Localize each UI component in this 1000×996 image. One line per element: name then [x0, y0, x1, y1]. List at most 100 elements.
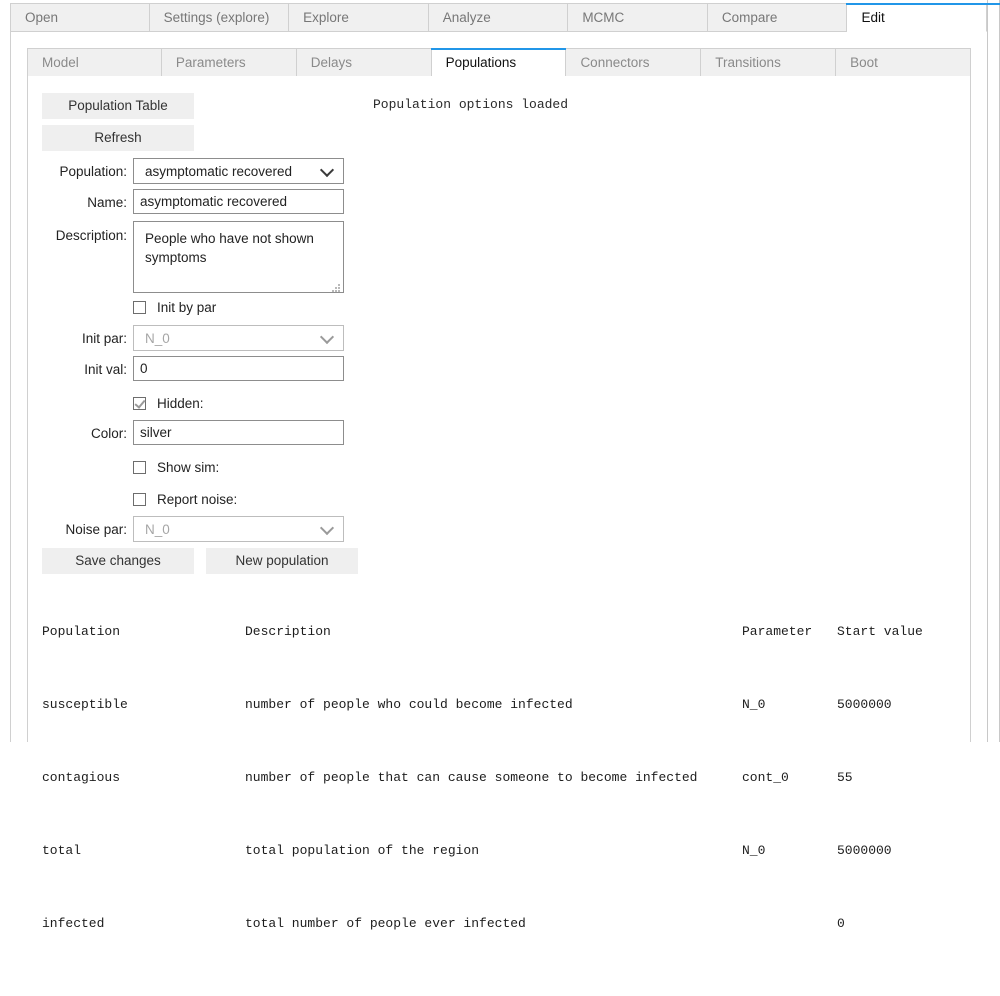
- population-table: Population Description Parameter Start v…: [42, 580, 960, 984]
- cell-parameter: N_0: [742, 843, 766, 858]
- table-double-rule: ========================================…: [42, 640, 960, 652]
- description-label: Description:: [55, 228, 127, 243]
- column-header-description: Description: [245, 624, 331, 639]
- tab-connectors-label: Connectors: [580, 55, 650, 70]
- name-label: Name:: [87, 195, 127, 210]
- cell-start-value: 55: [837, 770, 853, 785]
- color-input[interactable]: [133, 420, 344, 445]
- tab-settings-explore[interactable]: Settings (explore): [149, 3, 290, 32]
- hidden-checkbox[interactable]: [133, 396, 146, 410]
- report-noise-checkbox-row[interactable]: Report noise:: [133, 490, 237, 508]
- tab-parameters[interactable]: Parameters: [161, 48, 297, 77]
- application-window: Open Settings (explore) Explore Analyze …: [0, 0, 1000, 930]
- table-row[interactable]: total total population of the region N_0…: [42, 838, 960, 872]
- tab-settings-explore-label: Settings (explore): [163, 10, 270, 25]
- tab-model-label: Model: [42, 55, 79, 70]
- tab-edit-label: Edit: [861, 9, 885, 25]
- primary-tab-bar: Open Settings (explore) Explore Analyze …: [10, 3, 988, 32]
- cell-description: number of people who could become infect…: [245, 697, 573, 712]
- cell-start-value: 5000000: [837, 697, 892, 712]
- tab-boot-label: Boot: [850, 55, 878, 70]
- tab-open[interactable]: Open: [10, 3, 150, 32]
- population-select[interactable]: asymptomatic recovered: [133, 158, 344, 184]
- tab-delays[interactable]: Delays: [296, 48, 432, 77]
- tab-explore[interactable]: Explore: [289, 3, 429, 32]
- init-par-label: Init par:: [81, 331, 127, 346]
- column-header-start-value: Start value: [837, 624, 923, 639]
- init-par-select-value: N_0: [145, 330, 170, 346]
- table-header-row: Population Description Parameter Start v…: [42, 619, 960, 653]
- tab-explore-label: Explore: [303, 10, 349, 25]
- init-by-par-checkbox-row[interactable]: Init by par: [133, 298, 216, 316]
- show-sim-checkbox[interactable]: [133, 460, 146, 474]
- cell-population: contagious: [42, 770, 121, 785]
- window-frame-line-left: [987, 0, 988, 742]
- active-tab-accent-line: [847, 3, 1000, 5]
- table-row[interactable]: contagious number of people that can cau…: [42, 765, 960, 799]
- population-table-button[interactable]: Population Table: [42, 93, 194, 119]
- table-row-rule: ----------------------------------------…: [42, 786, 960, 798]
- cell-start-value: 5000000: [837, 843, 892, 858]
- cell-population: total: [42, 843, 82, 858]
- tab-analyze-label: Analyze: [442, 10, 491, 25]
- tab-transitions-label: Transitions: [715, 55, 781, 70]
- new-population-button[interactable]: New population: [206, 548, 358, 574]
- noise-par-select[interactable]: N_0: [133, 516, 344, 542]
- tab-analyze[interactable]: Analyze: [428, 3, 569, 32]
- show-sim-checkbox-row[interactable]: Show sim:: [133, 458, 219, 476]
- init-val-label: Init val:: [84, 362, 127, 377]
- chevron-down-icon: [322, 332, 333, 343]
- refresh-button[interactable]: Refresh: [42, 125, 194, 151]
- show-sim-label: Show sim:: [157, 459, 220, 475]
- init-par-select[interactable]: N_0: [133, 325, 344, 351]
- tab-mcmc-label: MCMC: [582, 10, 625, 25]
- tab-model[interactable]: Model: [27, 48, 162, 77]
- noise-par-label: Noise par:: [65, 522, 127, 537]
- cell-description: total number of people ever infected: [245, 916, 526, 931]
- cell-parameter: N_0: [742, 697, 766, 712]
- chevron-down-icon: [322, 523, 333, 534]
- cell-description: number of people that can cause someone …: [245, 770, 698, 785]
- tab-edit[interactable]: Edit: [846, 3, 988, 32]
- save-changes-button[interactable]: Save changes: [42, 548, 194, 574]
- tab-compare[interactable]: Compare: [707, 3, 848, 32]
- report-noise-checkbox[interactable]: [133, 492, 146, 506]
- init-val-input[interactable]: [133, 356, 344, 381]
- tab-delays-label: Delays: [310, 55, 352, 70]
- color-label: Color:: [90, 426, 127, 441]
- hidden-checkbox-row[interactable]: Hidden:: [133, 394, 204, 412]
- tab-mcmc[interactable]: MCMC: [568, 3, 708, 32]
- population-select-value: asymptomatic recovered: [145, 163, 293, 179]
- description-textarea[interactable]: People who have not shown symptoms: [133, 221, 344, 293]
- tab-populations-label: Populations: [445, 54, 517, 70]
- table-row[interactable]: susceptible number of people who could b…: [42, 692, 960, 726]
- tab-parameters-label: Parameters: [175, 55, 246, 70]
- tab-boot[interactable]: Boot: [836, 48, 972, 77]
- column-header-parameter: Parameter: [742, 624, 813, 639]
- noise-par-select-value: N_0: [145, 521, 170, 537]
- secondary-tab-bar: Model Parameters Delays Populations Conn…: [27, 48, 972, 77]
- population-label: Population:: [59, 164, 127, 179]
- population-editor-form: Population Table Refresh Population: asy…: [28, 76, 972, 576]
- cell-start-value: 0: [837, 916, 845, 931]
- cell-population: susceptible: [42, 697, 128, 712]
- table-row-rule: ----------------------------------------…: [42, 859, 960, 871]
- cell-parameter: cont_0: [742, 770, 789, 785]
- tab-connectors[interactable]: Connectors: [566, 48, 702, 77]
- hidden-label: Hidden:: [157, 395, 204, 411]
- table-row[interactable]: infected total number of people ever inf…: [42, 911, 960, 945]
- populations-panel: Population options loaded Population Tab…: [27, 76, 972, 930]
- init-by-par-label: Init by par: [157, 299, 217, 315]
- tab-transitions[interactable]: Transitions: [701, 48, 837, 77]
- name-input[interactable]: [133, 189, 344, 214]
- tab-compare-label: Compare: [721, 10, 778, 25]
- report-noise-label: Report noise:: [157, 491, 238, 507]
- init-by-par-checkbox[interactable]: [133, 300, 146, 314]
- table-row-rule: ----------------------------------------…: [42, 713, 960, 725]
- column-header-population: Population: [42, 624, 121, 639]
- chevron-down-icon: [322, 165, 333, 176]
- cell-description: total population of the region: [245, 843, 480, 858]
- tab-populations[interactable]: Populations: [430, 48, 567, 77]
- tab-open-label: Open: [25, 10, 59, 25]
- cell-population: infected: [42, 916, 105, 931]
